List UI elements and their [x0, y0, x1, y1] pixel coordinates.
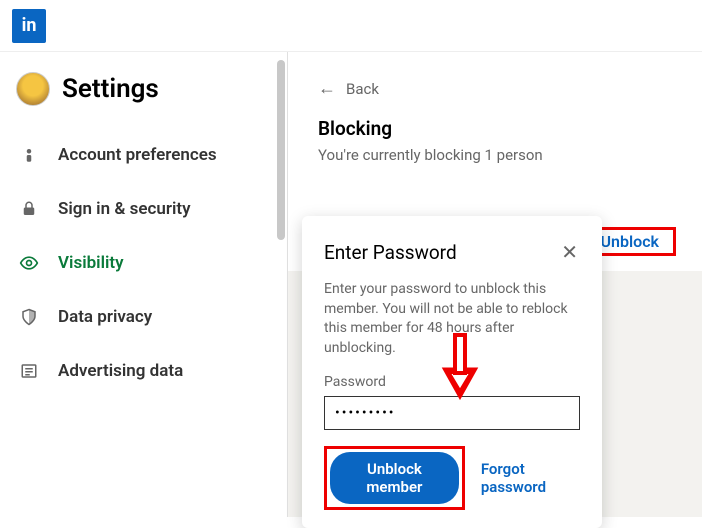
- modal-title: Enter Password: [324, 241, 457, 264]
- eye-icon: [18, 252, 40, 274]
- avatar[interactable]: [16, 72, 50, 106]
- sidebar-item-label: Sign in & security: [58, 199, 191, 219]
- sidebar-item-account-preferences[interactable]: Account preferences: [12, 128, 271, 182]
- section-subtitle: You're currently blocking 1 person: [318, 146, 676, 164]
- person-icon: [18, 144, 40, 166]
- sidebar: Settings Account preferences Sign in & s…: [0, 52, 288, 517]
- sidebar-item-label: Data privacy: [58, 307, 152, 327]
- sidebar-item-label: Visibility: [58, 253, 124, 273]
- modal-header: Enter Password ✕: [324, 238, 580, 266]
- sidebar-item-label: Account preferences: [58, 145, 217, 165]
- section-title: Blocking: [318, 117, 676, 140]
- modal-footer: Unblock member Forgot password: [324, 446, 580, 510]
- password-input[interactable]: [324, 396, 580, 430]
- password-label: Password: [324, 374, 580, 390]
- forgot-password-link[interactable]: Forgot password: [481, 460, 580, 496]
- page-title: Settings: [62, 74, 159, 104]
- content-header: ← Back Blocking You're currently blockin…: [288, 52, 702, 212]
- sidebar-item-advertising-data[interactable]: Advertising data: [12, 344, 271, 398]
- modal-description: Enter your password to unblock this memb…: [324, 280, 580, 358]
- enter-password-modal: Enter Password ✕ Enter your password to …: [302, 216, 602, 528]
- sidebar-item-label: Advertising data: [58, 361, 183, 381]
- back-label: Back: [346, 80, 379, 98]
- arrow-left-icon: ←: [318, 78, 336, 99]
- top-bar: in: [0, 0, 702, 52]
- sidebar-item-data-privacy[interactable]: Data privacy: [12, 290, 271, 344]
- unblock-button[interactable]: Unblock: [593, 228, 667, 255]
- profile-row: Settings: [12, 72, 271, 106]
- newspaper-icon: [18, 360, 40, 382]
- lock-icon: [18, 198, 40, 220]
- shield-icon: [18, 306, 40, 328]
- annotation-highlight: Unblock member: [324, 446, 465, 510]
- back-button[interactable]: ← Back: [318, 78, 676, 99]
- scrollbar[interactable]: [277, 60, 285, 240]
- linkedin-logo[interactable]: in: [12, 9, 46, 43]
- close-icon[interactable]: ✕: [559, 238, 580, 266]
- unblock-member-button[interactable]: Unblock member: [330, 452, 459, 504]
- sidebar-item-sign-in-security[interactable]: Sign in & security: [12, 182, 271, 236]
- sidebar-item-visibility[interactable]: Visibility: [12, 236, 271, 290]
